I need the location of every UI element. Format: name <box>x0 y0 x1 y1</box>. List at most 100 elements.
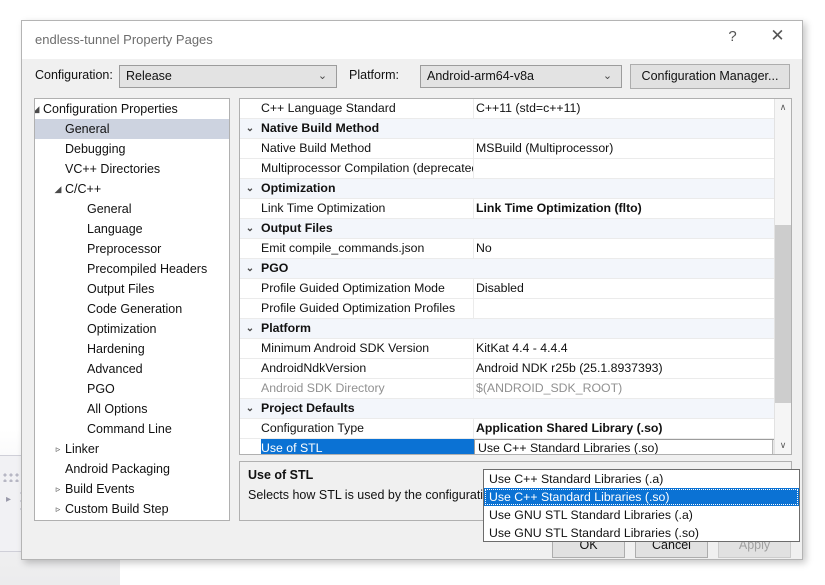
help-icon[interactable]: ? <box>710 21 755 51</box>
tree-item-code-generation[interactable]: Code Generation <box>35 299 229 319</box>
tree-item-preprocessor[interactable]: Preprocessor <box>35 239 229 259</box>
property-grid[interactable]: C++ Language StandardC++11 (std=c++11)⌄N… <box>239 98 792 455</box>
property-value[interactable]: MSBuild (Multiprocessor) <box>476 139 613 158</box>
chevron-down-icon[interactable]: ⌄ <box>243 399 257 418</box>
property-value[interactable]: KitKat 4.4 - 4.4.4 <box>476 339 568 358</box>
expander-collapsed-icon[interactable]: ▹ <box>51 439 65 459</box>
use-of-stl-combobox[interactable]: Use C++ Standard Libraries (.so)⌄ <box>474 439 791 455</box>
property-row[interactable]: Configuration TypeApplication Shared Lib… <box>240 419 791 439</box>
property-category-row[interactable]: ⌄Project Defaults <box>240 399 791 419</box>
tree-item-output-files[interactable]: Output Files <box>35 279 229 299</box>
tree-item-label: Hardening <box>87 339 145 359</box>
property-row[interactable]: Native Build MethodMSBuild (Multiprocess… <box>240 139 791 159</box>
tree-item-label: Debugging <box>65 139 125 159</box>
property-category-row[interactable]: ⌄PGO <box>240 259 791 279</box>
property-name: Link Time Optimization <box>261 199 474 218</box>
property-row[interactable]: Profile Guided Optimization Profiles <box>240 299 791 319</box>
tree-item-optimization[interactable]: Optimization <box>35 319 229 339</box>
property-row[interactable]: Emit compile_commands.jsonNo <box>240 239 791 259</box>
tree-item-label: Linker <box>65 439 99 459</box>
tree-item-label: Code Generation <box>87 299 182 319</box>
tree-item-android-packaging[interactable]: Android Packaging <box>35 459 229 479</box>
scroll-up-icon[interactable]: ∧ <box>775 99 791 116</box>
tree-item-label: Output Files <box>87 279 154 299</box>
property-category-row[interactable]: ⌄Native Build Method <box>240 119 791 139</box>
tree-item-vc-directories[interactable]: VC++ Directories <box>35 159 229 179</box>
tree-item-general[interactable]: General <box>35 119 229 139</box>
tree-item-label: Android Packaging <box>65 459 170 479</box>
property-name: Android SDK Directory <box>261 379 474 398</box>
property-row[interactable]: Minimum Android SDK VersionKitKat 4.4 - … <box>240 339 791 359</box>
property-row[interactable]: AndroidNdkVersionAndroid NDK r25b (25.1.… <box>240 359 791 379</box>
property-value[interactable]: Application Shared Library (.so) <box>476 419 663 438</box>
property-category-row[interactable]: ⌄Platform <box>240 319 791 339</box>
configuration-combobox[interactable]: Release ⌄ <box>119 65 337 88</box>
chevron-down-icon[interactable]: ⌄ <box>243 319 257 338</box>
property-row[interactable]: Profile Guided Optimization ModeDisabled <box>240 279 791 299</box>
configuration-value: Release <box>126 69 172 83</box>
property-row[interactable]: Use of STLUse C++ Standard Libraries (.s… <box>240 439 791 455</box>
tree-item-advanced[interactable]: Advanced <box>35 359 229 379</box>
tree-item-all-options[interactable]: All Options <box>35 399 229 419</box>
tree-item-label: Optimization <box>87 319 156 339</box>
dropdown-option[interactable]: Use C++ Standard Libraries (.so) <box>484 488 799 506</box>
property-value[interactable]: No <box>476 239 492 258</box>
tree-item-hardening[interactable]: Hardening <box>35 339 229 359</box>
configuration-tree[interactable]: ◢Configuration PropertiesGeneralDebuggin… <box>34 98 230 521</box>
platform-label: Platform: <box>349 68 399 82</box>
property-row[interactable]: C++ Language StandardC++11 (std=c++11) <box>240 99 791 119</box>
tree-item-label: Configuration Properties <box>43 99 178 119</box>
expander-collapsed-icon[interactable]: ▹ <box>51 499 65 519</box>
tree-item-pgo[interactable]: PGO <box>35 379 229 399</box>
property-row[interactable]: Multiprocessor Compilation (deprecated) <box>240 159 791 179</box>
background-tree-icon: ▸ <box>6 495 16 505</box>
tree-item-command-line[interactable]: Command Line <box>35 419 229 439</box>
property-row[interactable]: Link Time OptimizationLink Time Optimiza… <box>240 199 791 219</box>
use-of-stl-dropdown-list[interactable]: Use C++ Standard Libraries (.a)Use C++ S… <box>483 469 800 542</box>
property-value[interactable]: Link Time Optimization (flto) <box>476 199 642 218</box>
tree-item-code-analysis[interactable]: ▹Code Analysis <box>35 519 229 521</box>
tree-item-configuration-properties[interactable]: ◢Configuration Properties <box>35 99 229 119</box>
dropdown-option[interactable]: Use GNU STL Standard Libraries (.a) <box>484 506 799 524</box>
tree-item-precompiled-headers[interactable]: Precompiled Headers <box>35 259 229 279</box>
tree-item-c-c[interactable]: ◢C/C++ <box>35 179 229 199</box>
property-category-row[interactable]: ⌄Output Files <box>240 219 791 239</box>
close-icon[interactable]: ✕ <box>755 21 800 51</box>
property-category-row[interactable]: ⌄Optimization <box>240 179 791 199</box>
tree-item-debugging[interactable]: Debugging <box>35 139 229 159</box>
property-value[interactable]: Android NDK r25b (25.1.8937393) <box>476 359 663 378</box>
expander-expanded-icon[interactable]: ◢ <box>51 179 65 199</box>
platform-combobox[interactable]: Android-arm64-v8a ⌄ <box>420 65 622 88</box>
tree-item-build-events[interactable]: ▹Build Events <box>35 479 229 499</box>
tree-item-linker[interactable]: ▹Linker <box>35 439 229 459</box>
scrollbar-thumb[interactable] <box>775 225 791 403</box>
property-grid-scrollbar[interactable]: ∧ ∨ <box>774 99 791 454</box>
property-name: Use of STL <box>261 439 474 455</box>
tree-item-custom-build-step[interactable]: ▹Custom Build Step <box>35 499 229 519</box>
chevron-down-icon[interactable]: ⌄ <box>243 219 257 238</box>
property-name: Platform <box>261 319 761 338</box>
tree-item-label: Build Events <box>65 479 134 499</box>
tree-item-label: Code Analysis <box>65 519 144 521</box>
chevron-down-icon[interactable]: ⌄ <box>243 179 257 198</box>
expander-expanded-icon[interactable]: ◢ <box>34 99 43 119</box>
property-value[interactable]: Disabled <box>476 279 524 298</box>
property-value[interactable]: $(ANDROID_SDK_ROOT) <box>476 379 622 398</box>
configuration-manager-button[interactable]: Configuration Manager... <box>630 64 790 89</box>
chevron-down-icon[interactable]: ⌄ <box>243 119 257 138</box>
dropdown-option[interactable]: Use C++ Standard Libraries (.a) <box>484 470 799 488</box>
tree-item-language[interactable]: Language <box>35 219 229 239</box>
tree-item-label: PGO <box>87 379 115 399</box>
tree-item-general[interactable]: General <box>35 199 229 219</box>
property-value[interactable]: C++11 (std=c++11) <box>476 99 580 118</box>
tree-item-label: Custom Build Step <box>65 499 169 519</box>
chevron-down-icon[interactable]: ⌄ <box>243 259 257 278</box>
expander-collapsed-icon[interactable]: ▹ <box>51 519 65 521</box>
property-name: PGO <box>261 259 761 278</box>
tree-item-label: Preprocessor <box>87 239 161 259</box>
tree-item-label: Language <box>87 219 143 239</box>
property-row[interactable]: Android SDK Directory$(ANDROID_SDK_ROOT) <box>240 379 791 399</box>
scroll-down-icon[interactable]: ∨ <box>775 437 791 454</box>
dropdown-option[interactable]: Use GNU STL Standard Libraries (.so) <box>484 524 799 542</box>
expander-collapsed-icon[interactable]: ▹ <box>51 479 65 499</box>
